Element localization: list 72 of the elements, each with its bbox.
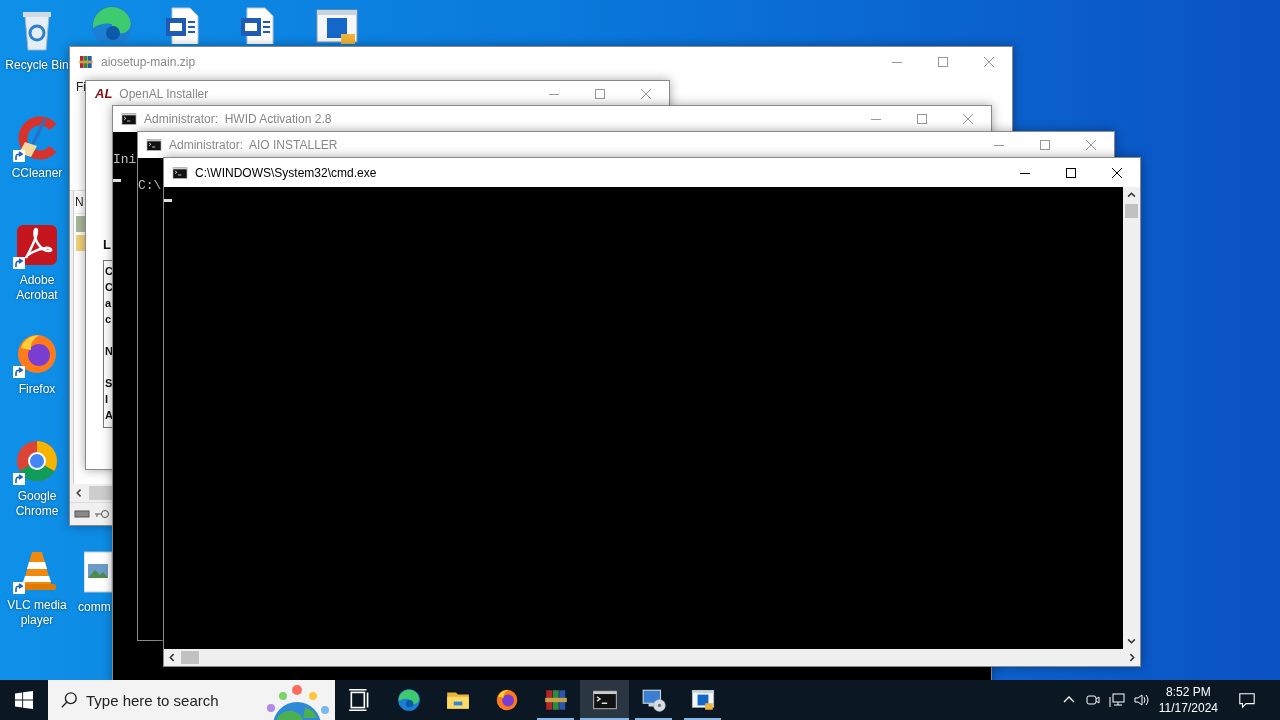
search-icon — [60, 691, 78, 709]
camera-icon[interactable] — [1084, 692, 1101, 708]
archive-books-icon — [78, 53, 94, 70]
console-icon — [146, 137, 162, 153]
app-logo: AL — [95, 86, 113, 101]
scroll-left-icon[interactable] — [75, 488, 84, 498]
taskbar-button[interactable] — [580, 680, 629, 720]
maximize-icon — [938, 56, 948, 67]
text-line: C — [105, 280, 113, 295]
scroll-thumb[interactable] — [1125, 204, 1138, 218]
console-icon — [121, 111, 137, 127]
file-icon — [76, 215, 86, 232]
image-file-icon[interactable] — [84, 548, 112, 596]
notification-icon[interactable] — [1238, 691, 1256, 709]
scroll-thumb[interactable] — [181, 651, 199, 664]
icon-label: Google Chrome — [14, 489, 60, 519]
scroll-down-icon[interactable] — [1127, 636, 1136, 645]
console-line: Ini — [113, 152, 138, 168]
text-line: A — [105, 408, 113, 423]
computer-disc-icon — [640, 687, 667, 713]
scroll-thumb[interactable] — [88, 486, 112, 500]
clock-time: 8:52 PM — [1166, 684, 1211, 700]
window-title: OpenAL Installer — [119, 86, 209, 101]
window-title: Administrator: AIO INSTALLER — [169, 138, 338, 152]
archive-books-icon — [542, 687, 569, 713]
icon-label: Recycle Bin — [5, 58, 69, 73]
icon-label: Adobe Acrobat — [15, 273, 59, 303]
swirl-browser-icon — [395, 687, 422, 713]
close-icon — [1086, 140, 1096, 150]
vertical-scrollbar[interactable] — [1123, 187, 1140, 649]
network-icon[interactable] — [1108, 692, 1125, 708]
scroll-up-icon[interactable] — [1127, 191, 1136, 200]
window-title: Administrator: HWID Activation 2.8 — [144, 112, 332, 126]
maximize-icon — [1040, 140, 1050, 150]
maximize-icon — [917, 114, 927, 124]
search-input[interactable]: Type here to search — [86, 691, 236, 709]
console-icon — [172, 164, 188, 181]
clock[interactable]: 8:52 PM 11/17/2024 — [1158, 684, 1218, 716]
windows-logo-icon — [15, 691, 33, 709]
text-line: C — [105, 264, 113, 279]
volume-icon[interactable] — [1132, 692, 1149, 708]
icon-label: CCleaner — [11, 166, 63, 181]
close-icon — [1112, 167, 1122, 178]
console-line: C:\ — [138, 178, 163, 194]
horizontal-scrollbar[interactable] — [164, 649, 1140, 666]
maximize-icon — [595, 88, 605, 99]
horizontal-scrollbar[interactable] — [70, 484, 112, 502]
scroll-right-icon[interactable] — [1127, 653, 1136, 662]
window-icon — [689, 687, 716, 713]
icon-label: comm — [78, 600, 111, 615]
search-bar[interactable]: Type here to search — [48, 680, 335, 720]
window-title: C:\WINDOWS\System32\cmd.exe — [195, 165, 377, 180]
scroll-left-icon[interactable] — [168, 653, 177, 662]
drive-icon — [74, 509, 90, 519]
maximize-icon — [1066, 167, 1076, 178]
column-header[interactable]: N — [75, 195, 84, 209]
menu-item[interactable]: Fi — [76, 80, 86, 94]
close-icon — [641, 88, 651, 99]
key-icon — [94, 509, 110, 519]
close-icon — [963, 114, 973, 124]
text-line: I — [105, 392, 110, 407]
window-title: aiosetup-main.zip — [101, 54, 196, 69]
folder-icon — [76, 234, 86, 251]
icon-label: Firefox — [18, 382, 56, 397]
text-line: a — [105, 296, 113, 311]
close-icon — [984, 56, 994, 67]
icon-label: VLC media player — [6, 598, 68, 628]
clock-date: 11/17/2024 — [1158, 700, 1218, 716]
text-line: N — [105, 344, 113, 359]
section-heading: L — [103, 237, 112, 252]
text-line: c — [105, 312, 113, 327]
text-line: S — [105, 376, 113, 391]
